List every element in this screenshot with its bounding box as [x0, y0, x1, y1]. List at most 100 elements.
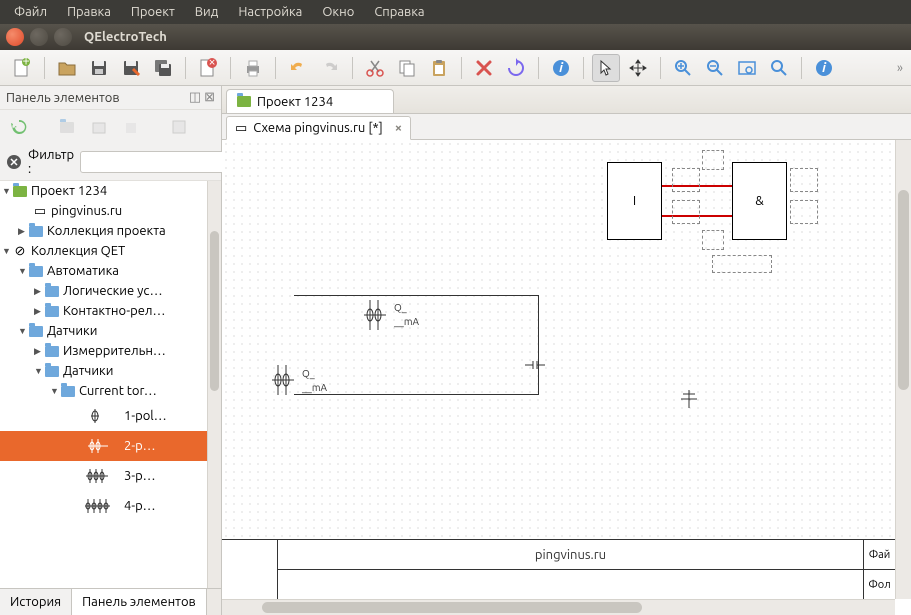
- tree-coll-qet[interactable]: ▼⊘Коллекция QET: [0, 241, 221, 261]
- title-block-r2: Фол: [863, 570, 895, 600]
- leaf-1pol[interactable]: 1-pol…: [0, 401, 221, 431]
- menu-edit[interactable]: Правка: [59, 3, 119, 21]
- menu-window[interactable]: Окно: [314, 3, 362, 21]
- about-button[interactable]: i: [810, 54, 838, 82]
- title-block-name: pingvinus.ru: [278, 540, 863, 570]
- menu-settings[interactable]: Настройка: [230, 3, 310, 21]
- menu-view[interactable]: Вид: [187, 3, 227, 21]
- new-button[interactable]: +: [8, 54, 36, 82]
- tree-sensors2[interactable]: ▼Датчики: [0, 361, 221, 381]
- horizontal-scrollbar[interactable]: [222, 599, 895, 615]
- tree-scrollbar[interactable]: [207, 181, 221, 588]
- new-folder-button[interactable]: [54, 114, 80, 140]
- titlebar: QElectroTech: [0, 24, 911, 50]
- import-button[interactable]: [166, 114, 192, 140]
- elements-panel: Панель элементов ◫ ⊠ Фильтр : ▼Проект 12…: [0, 86, 222, 615]
- window-close-button[interactable]: [6, 28, 24, 46]
- menubar: Файл Правка Проект Вид Настройка Окно Сп…: [0, 0, 911, 24]
- delete-button[interactable]: [470, 54, 498, 82]
- main-area: Проект 1234 ▭ Схема pingvinus.ru [*] × I…: [222, 86, 911, 615]
- tree-measuring[interactable]: ▶Измеррительн…: [0, 341, 221, 361]
- schematic-frame[interactable]: [294, 295, 539, 395]
- comp1-unit: __mA: [394, 316, 419, 327]
- menu-file[interactable]: Файл: [6, 3, 55, 21]
- comp1-name: Q_: [394, 302, 407, 313]
- tree-logic[interactable]: ▶Логические ус…: [0, 281, 221, 301]
- reload-button[interactable]: [6, 114, 32, 140]
- terminal-box[interactable]: [672, 168, 700, 192]
- terminal-box[interactable]: [702, 150, 724, 170]
- vertical-scrollbar[interactable]: [895, 140, 911, 599]
- zoom-out-button[interactable]: [701, 54, 729, 82]
- leaf-3pol[interactable]: 3-p…: [0, 461, 221, 491]
- tree-doc[interactable]: ▭pingvinus.ru: [0, 201, 221, 221]
- filter-clear-icon[interactable]: [6, 154, 22, 170]
- pointer-tool[interactable]: [592, 54, 620, 82]
- menu-project[interactable]: Проект: [123, 3, 183, 21]
- tab-elements[interactable]: Панель элементов: [72, 589, 207, 615]
- tree-project[interactable]: ▼Проект 1234: [0, 181, 221, 201]
- symbol[interactable]: [525, 358, 545, 372]
- panel-controls[interactable]: ◫ ⊠: [189, 90, 215, 105]
- component-q1[interactable]: [362, 300, 392, 330]
- print-button[interactable]: [239, 54, 267, 82]
- canvas[interactable]: I & Q_ __mA Q_ __mA: [222, 140, 895, 599]
- window-maximize-button[interactable]: [54, 28, 72, 46]
- tree-sensors1[interactable]: ▼Датчики: [0, 321, 221, 341]
- zoom-fit-button[interactable]: [733, 54, 761, 82]
- close-doc-button[interactable]: ×: [194, 54, 222, 82]
- folder-icon: [237, 96, 251, 107]
- panel-bottom-tabs: История Панель элементов: [0, 588, 221, 615]
- schema-icon: ▭: [235, 121, 247, 136]
- schema-tab[interactable]: ▭ Схема pingvinus.ru [*] ×: [226, 116, 411, 140]
- tree-automation[interactable]: ▼Автоматика: [0, 261, 221, 281]
- terminal-box[interactable]: [712, 255, 772, 273]
- terminal-box[interactable]: [790, 168, 818, 192]
- tree-coll-project[interactable]: ▶Коллекция проекта: [0, 221, 221, 241]
- info-button[interactable]: i: [547, 54, 575, 82]
- save-all-button[interactable]: [149, 54, 177, 82]
- elements-tree[interactable]: ▼Проект 1234 ▭pingvinus.ru ▶Коллекция пр…: [0, 181, 221, 588]
- move-tool[interactable]: [624, 54, 652, 82]
- edit-button[interactable]: [86, 114, 112, 140]
- project-tab[interactable]: Проект 1234: [226, 89, 394, 113]
- leaf-2pol[interactable]: 2-p…: [0, 431, 221, 461]
- save-as-button[interactable]: [117, 54, 145, 82]
- terminal-box[interactable]: [702, 230, 724, 250]
- title-block: pingvinus.ru Фай Фол: [222, 539, 895, 599]
- zoom-reset-button[interactable]: [765, 54, 793, 82]
- gate-and[interactable]: &: [732, 162, 787, 240]
- close-tab-icon[interactable]: ×: [395, 121, 402, 135]
- copy-button[interactable]: [393, 54, 421, 82]
- leaf-4pol[interactable]: 4-p…: [0, 491, 221, 521]
- tree-current-tor[interactable]: ▼Current tor…: [0, 381, 221, 401]
- paste-button[interactable]: [425, 54, 453, 82]
- save-button[interactable]: [85, 54, 113, 82]
- cut-button[interactable]: [361, 54, 389, 82]
- gate-i[interactable]: I: [607, 162, 662, 240]
- zoom-in-button[interactable]: [669, 54, 697, 82]
- window-title: QElectroTech: [84, 30, 167, 44]
- toolbar-chevrons-icon[interactable]: »: [897, 61, 903, 75]
- redo-button[interactable]: [316, 54, 344, 82]
- delete-folder-button[interactable]: [118, 114, 144, 140]
- undo-button[interactable]: [284, 54, 312, 82]
- svg-text:×: ×: [208, 58, 215, 69]
- svg-text:+: +: [22, 58, 29, 68]
- menu-help[interactable]: Справка: [366, 3, 432, 21]
- tab-history[interactable]: История: [0, 589, 72, 615]
- filter-label: Фильтр :: [28, 148, 74, 176]
- symbol[interactable]: [677, 390, 701, 408]
- main-toolbar: + × i i »: [0, 50, 911, 86]
- terminal-box[interactable]: [790, 200, 818, 224]
- rotate-button[interactable]: [502, 54, 530, 82]
- terminal-box[interactable]: [672, 200, 700, 224]
- panel-title: Панель элементов: [6, 91, 120, 105]
- component-q2[interactable]: [270, 365, 300, 395]
- tree-relay[interactable]: ▶Контактно-рел…: [0, 301, 221, 321]
- title-block-r1: Фай: [863, 540, 895, 570]
- canvas-wrap: I & Q_ __mA Q_ __mA: [222, 140, 911, 615]
- comp2-name: Q_: [302, 368, 315, 379]
- open-button[interactable]: [53, 54, 81, 82]
- window-minimize-button[interactable]: [30, 28, 48, 46]
